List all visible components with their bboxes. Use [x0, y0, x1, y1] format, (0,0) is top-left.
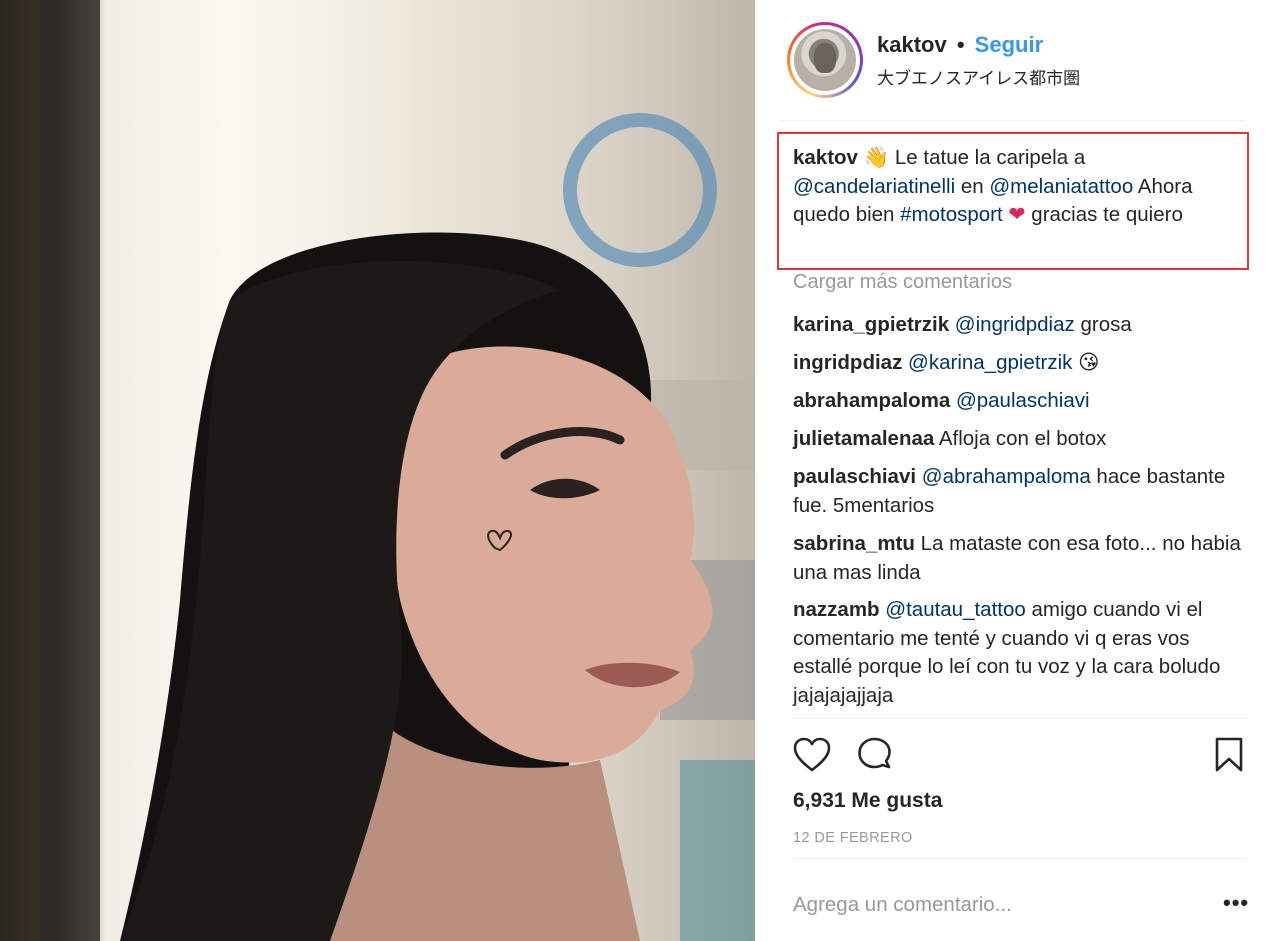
caption-username[interactable]: kaktov	[793, 146, 858, 169]
comment-item: karina_gpietrzik @ingridpdiaz grosa	[793, 311, 1243, 340]
add-comment-input[interactable]: Agrega un comentario...	[793, 893, 1012, 917]
caption-text-1: Le tatue la caripela a	[889, 146, 1086, 169]
heart-emoji: ❤	[1008, 203, 1026, 226]
mention-link[interactable]: @candelariatinelli	[793, 175, 955, 198]
load-more-comments-button[interactable]: Cargar más comentarios	[793, 271, 1012, 294]
post-date[interactable]: 12 DE FEBRERO	[793, 830, 913, 846]
comment-item: paulaschiavi @abrahampaloma hace bastant…	[793, 463, 1243, 520]
comment-item: abrahampaloma @paulaschiavi	[793, 387, 1243, 416]
comment-mention[interactable]: @tautau_tattoo	[885, 598, 1026, 621]
location-link[interactable]: 大ブエノスアイレス都市圏	[877, 64, 1080, 89]
header-user-row: kaktov • Seguir	[877, 32, 1043, 58]
header-username[interactable]: kaktov	[877, 32, 947, 57]
comment-username[interactable]: ingridpdiaz	[793, 351, 902, 374]
post-header: kaktov • Seguir 大ブエノスアイレス都市圏	[755, 0, 1280, 120]
photo-illustration	[40, 0, 755, 941]
comment-username[interactable]: paulaschiavi	[793, 465, 916, 488]
avatar[interactable]	[794, 29, 856, 91]
caption-text-2: en	[955, 174, 990, 198]
comment-mention[interactable]: @paulaschiavi	[956, 389, 1090, 412]
hashtag-link[interactable]: #motosport	[900, 203, 1003, 226]
wave-emoji: 👋	[863, 146, 890, 169]
mention-link[interactable]: @melaniatattoo	[989, 175, 1133, 198]
footer-divider	[793, 858, 1247, 859]
bookmark-icon[interactable]	[1214, 737, 1244, 773]
comments-divider	[793, 718, 1247, 719]
comment-username[interactable]: karina_gpietrzik	[793, 313, 949, 336]
header-divider	[779, 120, 1246, 121]
comment-item: ingridpdiaz @karina_gpietrzik 😘	[793, 349, 1243, 378]
caption-text-4: gracias te quiero	[1025, 203, 1183, 226]
comment-mention[interactable]: @ingridpdiaz	[955, 313, 1075, 336]
comment-item: sabrina_mtu La mataste con esa foto... n…	[793, 530, 1243, 587]
heart-outline-icon[interactable]	[793, 737, 831, 773]
post-caption: kaktov 👋 Le tatue la caripela a @candela…	[793, 144, 1243, 230]
avatar-story-ring[interactable]	[787, 22, 863, 98]
comment-username[interactable]: abrahampaloma	[793, 389, 950, 412]
comment-item: julietamalenaa Afloja con el botox	[793, 425, 1243, 454]
post-photo[interactable]	[0, 0, 755, 941]
comment-text: grosa	[1074, 313, 1132, 336]
follow-button[interactable]: Seguir	[975, 32, 1043, 57]
comment-mention[interactable]: @karina_gpietrzik	[908, 351, 1072, 374]
more-options-button[interactable]: •••	[1223, 890, 1249, 916]
comment-username[interactable]: nazzamb	[793, 598, 880, 621]
post-sidebar: kaktov • Seguir 大ブエノスアイレス都市圏 kaktov 👋 Le…	[755, 0, 1280, 941]
header-separator: •	[956, 32, 965, 57]
comment-text: 😘	[1072, 351, 1100, 374]
comment-username[interactable]: sabrina_mtu	[793, 532, 915, 555]
likes-count[interactable]: 6,931 Me gusta	[793, 789, 942, 813]
comment-text: Afloja con el botox	[934, 427, 1107, 450]
comment-item: nazzamb @tautau_tattoo amigo cuando vi e…	[793, 596, 1243, 710]
comment-username[interactable]: julietamalenaa	[793, 427, 934, 450]
speech-bubble-icon[interactable]	[857, 737, 893, 773]
comment-mention[interactable]: @abrahampaloma	[922, 465, 1091, 488]
